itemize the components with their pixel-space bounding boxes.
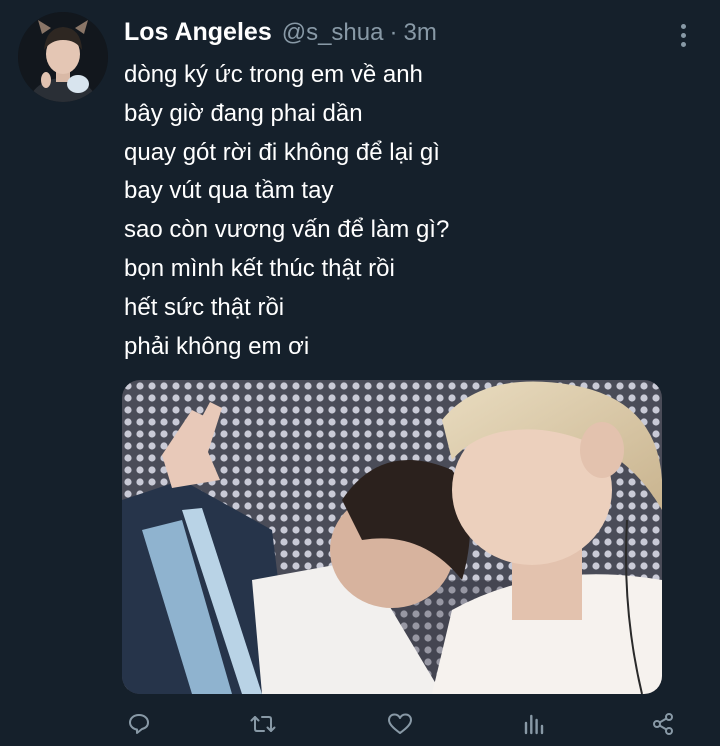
tweet-text: dòng ký ức trong em về anh bây giờ đang … <box>124 56 684 366</box>
separator: · <box>389 19 398 46</box>
tweet-line: bay vút qua tầm tay <box>124 177 334 205</box>
analytics-icon[interactable] <box>517 708 551 740</box>
retweet-icon[interactable] <box>246 708 280 740</box>
tweet-line: hết sức thật rồi <box>124 293 285 321</box>
tweet-line: phải không em ơi <box>124 332 310 360</box>
tweet-line: quay gót rời đi không để lại gì <box>124 138 440 166</box>
author-name[interactable]: Los Angeles <box>124 18 272 47</box>
share-icon[interactable] <box>646 708 680 740</box>
more-vertical-icon[interactable] <box>668 20 698 50</box>
tweet-line: bọn mình kết thúc thật rồi <box>124 254 395 282</box>
tweet-header: Los Angeles @s_shua · 3m <box>124 18 437 52</box>
tweet-photo[interactable] <box>122 380 662 694</box>
tweet: Los Angeles @s_shua · 3m dòng ký ức tron… <box>0 0 720 746</box>
reply-icon[interactable] <box>122 708 156 740</box>
heart-icon[interactable] <box>383 708 417 740</box>
avatar[interactable] <box>18 12 108 102</box>
tweet-actions <box>0 700 720 746</box>
tweet-line: sao còn vương vấn để làm gì? <box>124 216 450 244</box>
timestamp[interactable]: 3m <box>403 19 436 47</box>
author-handle[interactable]: @s_shua <box>282 19 384 47</box>
tweet-line: dòng ký ức trong em về anh <box>124 61 423 88</box>
tweet-line: bây giờ đang phai dần <box>124 99 363 127</box>
